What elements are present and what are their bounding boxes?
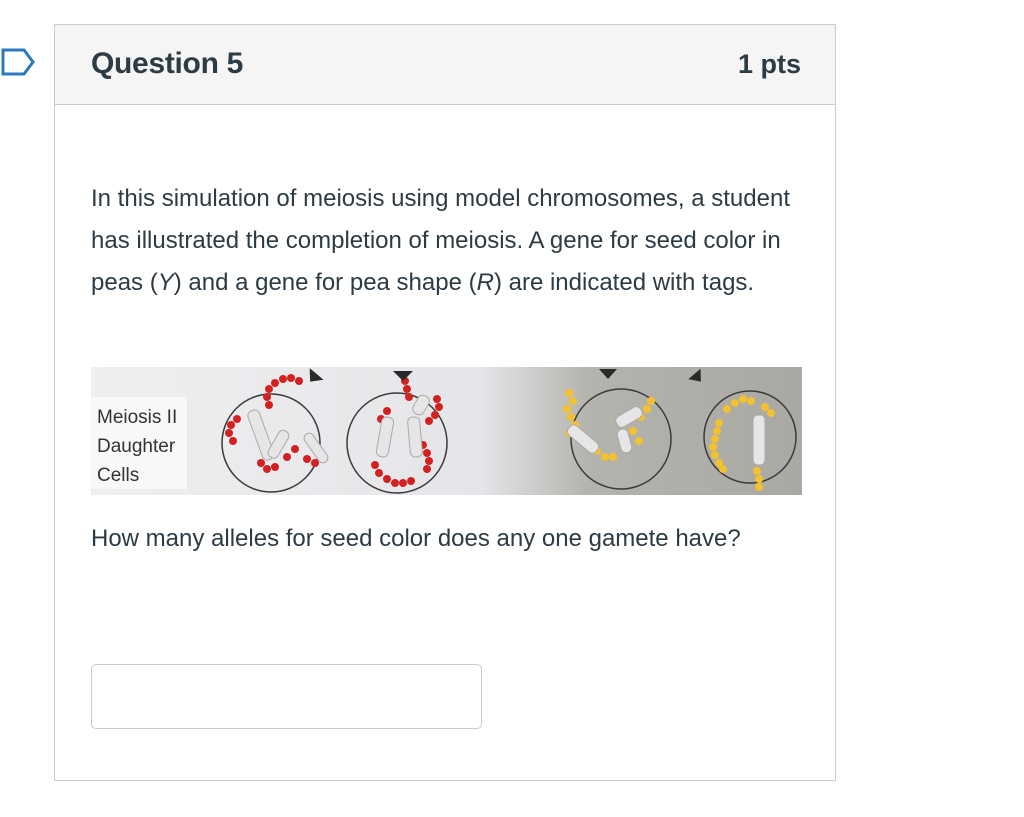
flag-question-icon[interactable] [0, 47, 36, 77]
gene-symbol-r: R [476, 269, 494, 296]
question-title: Question 5 [91, 47, 244, 80]
meiosis-figure-image: Meiosis II Daughter Cells [91, 367, 802, 495]
question-text-part: ) are indicated with tags. [493, 269, 755, 296]
figure-label-line: Daughter [97, 436, 176, 457]
question-points: 1 pts [737, 49, 801, 79]
question-card: Question 5 1 pts In this simulation of m… [54, 24, 836, 781]
figure-label-line: Meiosis II [97, 407, 177, 428]
question-body: In this simulation of meiosis using mode… [91, 178, 803, 304]
question-prompt: How many alleles for seed color does any… [91, 525, 741, 552]
question-text-part: ) and a gene for pea shape ( [173, 269, 477, 296]
gene-symbol-y: Y [157, 269, 174, 296]
question-text: In this simulation of meiosis using mode… [91, 178, 803, 304]
figure-label-line: Cells [97, 465, 139, 486]
answer-input[interactable] [91, 664, 482, 729]
question-header: Question 5 1 pts [55, 25, 835, 105]
